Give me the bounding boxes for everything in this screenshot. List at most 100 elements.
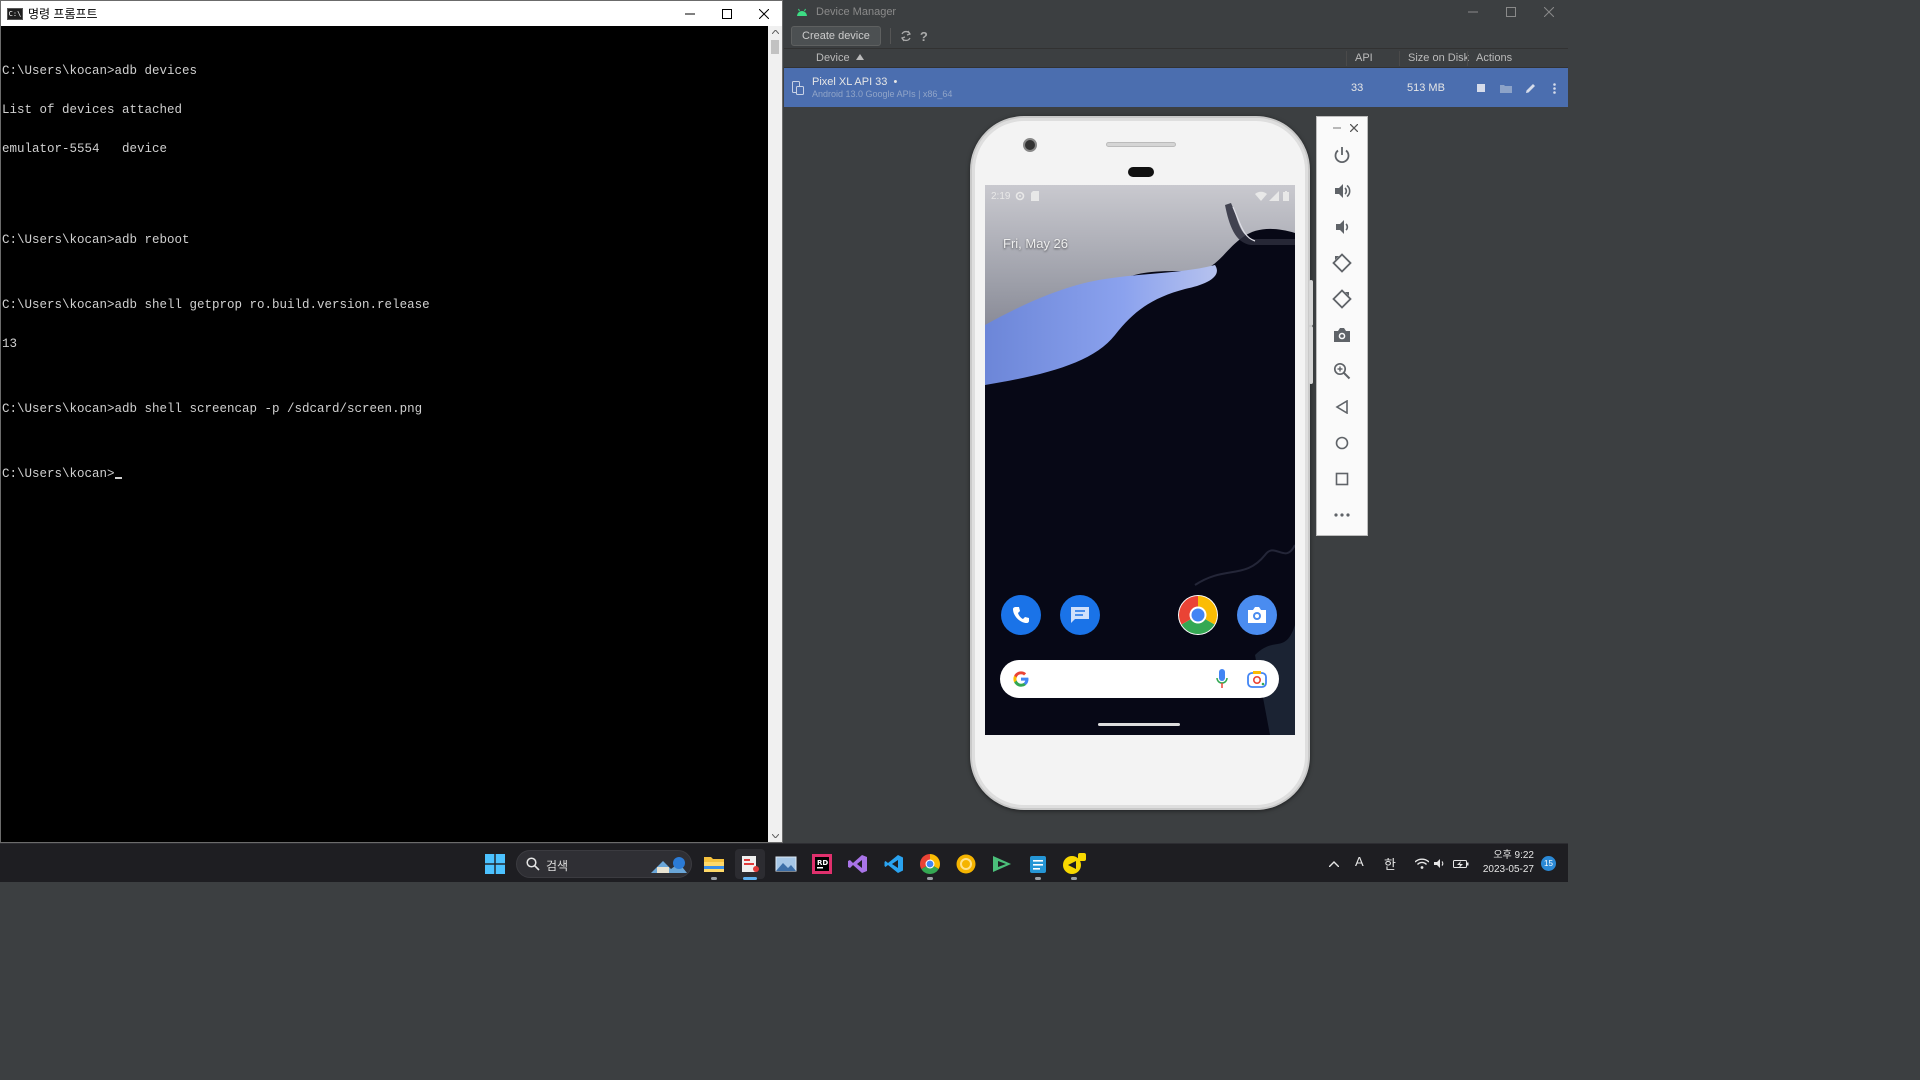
console-line: emulator-5554 device (2, 142, 168, 156)
google-logo-icon (1013, 671, 1029, 687)
console-line: List of devices attached (2, 103, 183, 117)
screen-capture-icon (742, 856, 759, 872)
notification-badge[interactable]: 15 (1541, 856, 1556, 871)
device-row[interactable]: Pixel XL API 33 • Android 13.0 Google AP… (784, 68, 1568, 107)
emulator-screen[interactable]: 2:19 Fri, May 26 (985, 185, 1295, 735)
photos-icon (775, 856, 797, 872)
ime-language-indicator[interactable]: 한 (1384, 854, 1396, 873)
extended-controls-button[interactable] (1330, 503, 1354, 527)
dm-close-button[interactable] (1530, 0, 1568, 24)
column-separator (1399, 51, 1400, 66)
column-size[interactable]: Size on Disk (1408, 52, 1469, 64)
scroll-down-arrow[interactable] (768, 830, 782, 842)
chrome-app[interactable] (1178, 595, 1218, 635)
close-icon[interactable] (1350, 124, 1358, 132)
sd-card-icon (1031, 191, 1040, 201)
minimize-icon (684, 13, 695, 14)
taskbar-screen-capture[interactable] (735, 849, 765, 880)
taskbar-vscode[interactable] (879, 849, 909, 879)
scroll-up-arrow[interactable] (768, 26, 782, 38)
more-actions-button[interactable] (1546, 80, 1562, 96)
column-device[interactable]: Device (816, 52, 864, 64)
phone-app[interactable] (1001, 595, 1041, 635)
taskbar: 검색 RD A 한 오후 9:22 2023-05-27 15 (0, 843, 1568, 882)
cmd-scrollbar[interactable] (768, 26, 782, 842)
battery-icon[interactable] (1453, 858, 1469, 869)
taskbar-notepad[interactable] (1023, 849, 1053, 880)
svg-text:RD: RD (817, 859, 828, 867)
close-icon (758, 8, 769, 19)
device-api: 33 (1351, 82, 1364, 94)
stop-device-button[interactable] (1473, 80, 1489, 96)
home-button[interactable] (1330, 431, 1354, 455)
wifi-icon[interactable] (1415, 858, 1429, 869)
dm-minimize-button[interactable] (1454, 0, 1492, 24)
minimize-icon[interactable] (1333, 124, 1341, 132)
help-button[interactable]: ? (915, 27, 933, 45)
rotate-right-button[interactable] (1330, 287, 1354, 311)
column-actions[interactable]: Actions (1476, 52, 1512, 64)
battery-icon (1283, 191, 1289, 201)
start-button[interactable] (480, 849, 510, 879)
speaker-grille (1106, 142, 1176, 147)
close-button[interactable] (745, 1, 782, 26)
cmd-title-bar[interactable]: C:\ 명령 프롬프트 (1, 1, 782, 26)
emulator-toolbar (1316, 116, 1368, 536)
edit-device-button[interactable] (1522, 80, 1538, 96)
device-table-header: Device API Size on Disk Actions (784, 48, 1568, 68)
console-prompt: C:\Users\kocan> (2, 467, 115, 481)
toolbar-separator (889, 28, 891, 44)
microphone-icon[interactable] (1216, 669, 1228, 689)
screenshot-button[interactable] (1330, 323, 1354, 347)
taskbar-kakaotalk[interactable] (1059, 849, 1089, 880)
minimize-button[interactable] (671, 1, 708, 26)
console-line: C:\Users\kocan>adb reboot (2, 233, 190, 247)
taskbar-clock[interactable]: 오후 9:22 2023-05-27 (1483, 849, 1534, 877)
back-button[interactable] (1330, 395, 1354, 419)
status-time: 2:19 (991, 190, 1011, 202)
taskbar-search[interactable]: 검색 (516, 850, 692, 878)
taskbar-android-studio[interactable] (987, 849, 1017, 879)
dm-title-bar[interactable]: Device Manager (784, 0, 1568, 24)
chrome-icon (920, 854, 940, 874)
refresh-button[interactable] (897, 27, 915, 45)
ime-mode-indicator[interactable]: A (1355, 854, 1364, 869)
google-search-bar[interactable] (1000, 660, 1279, 698)
overview-button[interactable] (1330, 467, 1354, 491)
column-api[interactable]: API (1355, 52, 1373, 64)
device-size: 513 MB (1407, 82, 1445, 94)
camera-app[interactable] (1237, 595, 1277, 635)
chevron-up-icon (771, 30, 779, 34)
create-device-button[interactable]: Create device (791, 26, 881, 46)
zoom-button[interactable] (1330, 359, 1354, 383)
clock-time: 오후 9:22 (1493, 850, 1534, 861)
scroll-thumb[interactable] (771, 40, 779, 54)
taskbar-chrome[interactable] (915, 849, 945, 880)
speaker-icon[interactable] (1434, 858, 1447, 869)
dm-maximize-button[interactable] (1492, 0, 1530, 24)
taskbar-jetbrains[interactable]: RD (807, 849, 837, 879)
open-folder-button[interactable] (1498, 80, 1514, 96)
taskbar-photos[interactable] (771, 849, 801, 879)
rotate-left-button[interactable] (1330, 251, 1354, 275)
running-indicator (927, 877, 933, 880)
maximize-button[interactable] (708, 1, 745, 26)
volume-up-button[interactable] (1330, 179, 1354, 203)
taskbar-file-explorer[interactable] (699, 849, 729, 880)
home-date[interactable]: Fri, May 26 (1003, 236, 1068, 251)
power-button[interactable] (1330, 143, 1354, 167)
power-side-button[interactable] (1309, 280, 1313, 326)
taskbar-yellow-app[interactable] (951, 849, 981, 879)
taskbar-visual-studio[interactable] (843, 849, 873, 879)
console-output[interactable]: C:\Users\kocan>adb devices List of devic… (1, 26, 768, 842)
volume-down-button[interactable] (1330, 215, 1354, 239)
google-lens-icon[interactable] (1247, 670, 1267, 688)
volume-side-button[interactable] (1309, 326, 1313, 384)
show-hidden-icons-icon[interactable] (1329, 861, 1339, 867)
gesture-nav-handle[interactable] (1098, 723, 1180, 726)
signal-icon (1269, 191, 1279, 201)
overview-icon (1335, 472, 1349, 486)
vscode-icon (884, 855, 903, 873)
search-icon (526, 857, 540, 871)
messages-app[interactable] (1060, 595, 1100, 635)
